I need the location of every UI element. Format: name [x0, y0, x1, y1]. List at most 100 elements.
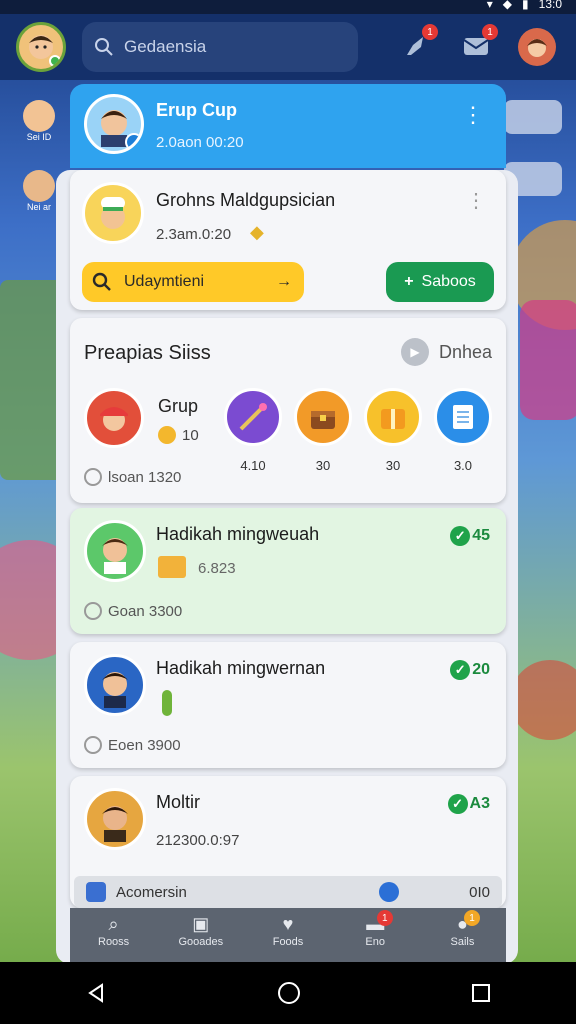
secondary-action-label: Saboos [421, 273, 476, 290]
feed-detail: 212300.0:97 [156, 832, 240, 849]
app-icon [86, 882, 106, 902]
side-chip-label: Sei ID [26, 132, 52, 142]
feed-footer: Goan 3300 [84, 602, 182, 620]
document-icon [434, 388, 492, 446]
user-avatar-icon [102, 538, 128, 574]
feed-card-2[interactable]: Hadikah mingwernan ✓ 20 Eoen 3900 [70, 642, 506, 768]
bottom-strip[interactable]: Acomersin 0I0 [74, 876, 502, 908]
treasure-chest-icon [294, 388, 352, 446]
group-header[interactable]: Erup Cup 2.0aon 00:20 ⋮ [70, 84, 506, 168]
feed-avatar [84, 788, 146, 850]
profile-avatar-button[interactable] [518, 28, 556, 66]
battery-icon: ▮ [522, 0, 529, 11]
notification-badge: 1 [422, 24, 438, 40]
inbox-icon: ▬ [366, 914, 385, 934]
user-avatar[interactable] [16, 22, 66, 72]
check-icon: ✓ [450, 660, 471, 680]
game-stat: 3.0 [453, 458, 473, 473]
side-chip-1[interactable]: Sei ID [14, 100, 64, 150]
game-item-wand[interactable]: 4.10 [224, 388, 282, 473]
clock-icon [84, 736, 102, 754]
tab-rooss[interactable]: ⌕ Rooss [70, 908, 157, 962]
search-placeholder: Gedaensia [124, 37, 207, 56]
game-stat: 30 [315, 458, 331, 473]
tab-foods[interactable]: ♥ Foods [244, 908, 331, 962]
magic-wand-icon [224, 388, 282, 446]
clock-icon [84, 468, 102, 486]
suggestion-item-first[interactable] [84, 388, 144, 448]
side-avatar-icon [23, 100, 55, 132]
status-bar: ▾ ◆ ▮ 13:0 [0, 0, 576, 14]
search-input[interactable]: Gedaensia [82, 22, 358, 72]
arrow-right-icon: → [276, 273, 292, 290]
share-icon [379, 882, 400, 902]
game-item-chest[interactable]: 30 [294, 388, 352, 473]
feed-score: ✓ 20 [450, 660, 490, 680]
game-stat: 30 [385, 458, 401, 473]
feed-avatar [84, 520, 146, 582]
play-icon: ▶ [400, 338, 429, 366]
post-card[interactable]: Grohns Maldgupsician 2.3am.0:20 ◆ ⋮ Uday… [70, 170, 506, 310]
clock-icon [84, 602, 102, 620]
side-avatar-icon [23, 170, 55, 202]
feed-card-3[interactable]: Moltir 212300.0:97 ✓ A3 Acomersin 0I0 [70, 776, 506, 908]
post-time: 2.3am.0:20 [156, 226, 232, 243]
signal-icon: ▾ [486, 0, 493, 11]
see-more-link[interactable]: ▶ Dnhea [400, 338, 492, 366]
heart-icon: ♥ [282, 914, 294, 934]
post-more-icon[interactable]: ⋮ [466, 191, 486, 211]
home-icon[interactable] [276, 980, 302, 1006]
notification-badge: 1 [482, 24, 498, 40]
gift-box-icon [364, 388, 422, 446]
more-options-icon[interactable]: ⋮ [462, 104, 484, 126]
feed-footer: Eoen 3900 [84, 736, 181, 754]
feed-score: ✓ A3 [447, 794, 490, 814]
primary-action-label: Udaymtieni [124, 273, 205, 290]
search-icon [92, 272, 111, 291]
tab-sails[interactable]: ● Sails 1 [419, 908, 506, 962]
suggestion-avatar [84, 388, 144, 448]
recents-icon[interactable] [470, 982, 492, 1004]
primary-action-button[interactable]: Udaymtieni → [82, 262, 304, 302]
bottom-tab-bar: ⌕ Rooss ▣ Gooades ♥ Foods ▬ Eno 1 ● Sails 1 [70, 908, 506, 962]
tab-badge: 1 [464, 910, 481, 926]
rocket-notification-button[interactable]: 1 [398, 24, 438, 64]
suggestions-footer: lsoan 1320 [84, 468, 181, 486]
clock-time: 13:0 [538, 0, 562, 11]
game-item-gift[interactable]: 30 [364, 388, 422, 473]
mail-notification-button[interactable]: 1 [458, 24, 498, 64]
character-avatar-icon [100, 407, 128, 431]
back-icon[interactable] [84, 981, 108, 1005]
leaf-icon [162, 690, 172, 716]
right-side-pill[interactable] [504, 100, 562, 134]
feed-avatar [84, 654, 146, 716]
tab-gooades[interactable]: ▣ Gooades [157, 908, 244, 962]
secondary-action-button[interactable]: + Saboos [386, 262, 494, 302]
feed-title: Hadikah mingweuah [156, 524, 320, 544]
check-icon: ✓ [450, 526, 471, 546]
strip-label: Acomersin [116, 883, 187, 901]
tab-eno[interactable]: ▬ Eno 1 [332, 908, 419, 962]
game-item-document[interactable]: 3.0 [434, 388, 492, 473]
coin-count: 10 [158, 426, 199, 444]
person-icon: ● [456, 914, 468, 934]
wifi-icon: ◆ [502, 0, 513, 11]
search-icon [95, 38, 113, 56]
suggestion-name: Grup [158, 396, 199, 416]
top-app-bar: Gedaensia 1 1 [0, 14, 576, 80]
user-avatar-icon [102, 672, 128, 708]
search-icon: ⌕ [108, 914, 119, 934]
profile-avatar-icon [527, 39, 547, 57]
system-navigation-bar [0, 962, 576, 1024]
feed-score: ✓ 45 [450, 526, 490, 546]
strip-value: 0I0 [469, 883, 490, 901]
group-title: Erup Cup [156, 100, 237, 120]
feed-card-1[interactable]: Hadikah mingweuah 6.823 ✓ 45 Goan 3300 [70, 508, 506, 634]
feed-detail: 6.823 [198, 560, 236, 577]
user-avatar-icon [102, 806, 128, 842]
map-icon [158, 556, 186, 578]
plus-icon: + [404, 273, 414, 290]
post-title: Grohns Maldgupsician [156, 190, 336, 210]
coin-icon [158, 426, 176, 444]
see-more-label: Dnhea [438, 341, 492, 362]
